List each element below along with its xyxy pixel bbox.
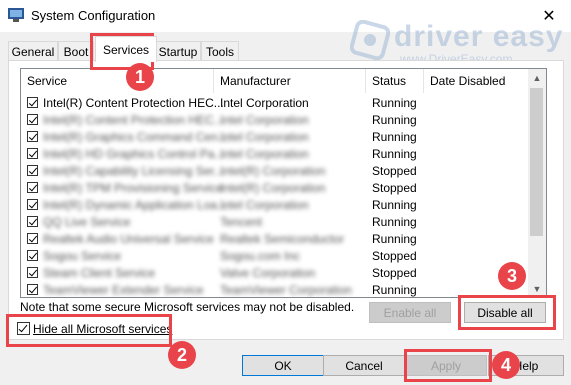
- service-status: Running: [372, 113, 417, 127]
- driver-easy-logo-icon: [350, 20, 390, 60]
- step-badge-4: 4: [492, 351, 520, 379]
- table-row[interactable]: Steam Client Service Valve Corporation S…: [21, 265, 529, 282]
- hide-microsoft-services-label[interactable]: Hide all Microsoft services: [33, 322, 172, 336]
- service-manufacturer: Realtek Semiconductor: [220, 232, 345, 246]
- column-header-manufacturer[interactable]: Manufacturer: [214, 69, 366, 93]
- service-status: Running: [372, 198, 417, 212]
- cancel-button[interactable]: Cancel: [323, 355, 405, 376]
- service-checkbox[interactable]: [27, 284, 38, 295]
- service-checkbox[interactable]: [27, 165, 38, 176]
- tab-boot[interactable]: Boot: [58, 41, 94, 61]
- service-checkbox[interactable]: [27, 97, 38, 108]
- service-checkbox[interactable]: [27, 267, 38, 278]
- table-row[interactable]: Intel(R) Content Protection HEC... Intel…: [21, 112, 529, 129]
- service-name: Intel(R) Capability Licensing Ser...: [43, 164, 224, 178]
- service-checkbox[interactable]: [27, 216, 38, 227]
- service-name: Intel(R) Graphics Command Cen...: [43, 130, 228, 144]
- service-name: Intel(R) TPM Provisioning Service: [43, 181, 223, 195]
- service-checkbox[interactable]: [27, 199, 38, 210]
- service-manufacturer: TeamViewer Corporation: [220, 283, 352, 297]
- services-list[interactable]: Service Manufacturer Status Date Disable…: [20, 68, 547, 298]
- service-status: Stopped: [372, 181, 417, 195]
- table-row[interactable]: TeamViewer Extender Service TeamViewer C…: [21, 282, 529, 297]
- service-name: Intel(R) Dynamic Application Loa...: [43, 198, 228, 212]
- service-status: Stopped: [372, 249, 417, 263]
- tab-startup[interactable]: Startup: [155, 41, 201, 61]
- service-checkbox[interactable]: [27, 114, 38, 125]
- table-row[interactable]: QQ Live Service Tencent Running: [21, 214, 529, 231]
- service-status: Running: [372, 232, 417, 246]
- apply-button[interactable]: Apply: [405, 355, 487, 376]
- service-status: Running: [372, 96, 417, 110]
- table-row[interactable]: Intel(R) Capability Licensing Ser... Int…: [21, 163, 529, 180]
- service-status: Running: [372, 215, 417, 229]
- column-header-service[interactable]: Service: [21, 69, 214, 93]
- service-name: Intel(R) Content Protection HEC...: [43, 96, 224, 110]
- service-status: Stopped: [372, 266, 417, 280]
- service-manufacturer: Intel(R) Corporation: [220, 181, 326, 195]
- service-name: QQ Live Service: [43, 215, 131, 229]
- service-status: Stopped: [372, 164, 417, 178]
- service-name: Steam Client Service: [43, 266, 156, 280]
- service-checkbox[interactable]: [27, 233, 38, 244]
- service-manufacturer: Sogou.com Inc: [220, 249, 301, 263]
- system-configuration-window: System Configuration ✕ driver easy www.D…: [0, 0, 571, 385]
- service-checkbox[interactable]: [27, 131, 38, 142]
- service-manufacturer: Intel Corporation: [220, 147, 309, 161]
- tab-services[interactable]: Services: [95, 36, 157, 62]
- tab-general[interactable]: General: [8, 41, 58, 61]
- service-manufacturer: Intel Corporation: [220, 96, 309, 110]
- service-manufacturer: Intel(R) Corporation: [220, 164, 326, 178]
- hide-microsoft-services-checkbox[interactable]: [17, 322, 30, 335]
- service-checkbox[interactable]: [27, 182, 38, 193]
- msconfig-app-icon: [8, 8, 24, 22]
- service-manufacturer: Tencent: [220, 215, 263, 229]
- service-name: Sogou Service: [43, 249, 122, 263]
- service-manufacturer: Intel Corporation: [220, 113, 309, 127]
- window-title: System Configuration: [31, 8, 156, 23]
- table-row[interactable]: Realtek Audio Universal Service Realtek …: [21, 231, 529, 248]
- table-row[interactable]: Sogou Service Sogou.com Inc Stopped: [21, 248, 529, 265]
- secure-services-note: Note that some secure Microsoft services…: [20, 300, 355, 314]
- column-header-status[interactable]: Status: [366, 69, 424, 93]
- table-row[interactable]: Intel(R) Content Protection HEC... Intel…: [21, 95, 529, 112]
- services-list-scrollbar[interactable]: ▲ ▼: [528, 69, 546, 297]
- step-badge-3: 3: [498, 262, 526, 290]
- step-badge-1: 1: [126, 63, 154, 91]
- tab-tools[interactable]: Tools: [201, 41, 239, 61]
- watermark-brand: driver easy: [394, 20, 564, 53]
- service-status: Running: [372, 147, 417, 161]
- ok-button[interactable]: OK: [242, 355, 324, 376]
- table-row[interactable]: Intel(R) TPM Provisioning Service Intel(…: [21, 180, 529, 197]
- service-name: TeamViewer Extender Service: [43, 283, 204, 297]
- step-badge-2: 2: [168, 341, 196, 369]
- scrollbar-thumb[interactable]: [530, 88, 543, 236]
- service-name: Intel(R) Content Protection HEC...: [43, 113, 224, 127]
- service-checkbox[interactable]: [27, 250, 38, 261]
- service-name: Intel(R) HD Graphics Control Pa...: [43, 147, 225, 161]
- table-row[interactable]: Intel(R) HD Graphics Control Pa... Intel…: [21, 146, 529, 163]
- table-row[interactable]: Intel(R) Graphics Command Cen... Intel C…: [21, 129, 529, 146]
- column-header-date-disabled[interactable]: Date Disabled: [424, 69, 529, 93]
- scroll-up-arrow-icon[interactable]: ▲: [528, 69, 546, 86]
- disable-all-button[interactable]: Disable all: [464, 302, 546, 323]
- service-status: Running: [372, 283, 417, 297]
- service-manufacturer: Valve Corporation: [220, 266, 316, 280]
- enable-all-button[interactable]: Enable all: [369, 302, 451, 323]
- service-name: Realtek Audio Universal Service: [43, 232, 214, 246]
- service-manufacturer: Intel Corporation: [220, 130, 309, 144]
- service-manufacturer: Intel Corporation: [220, 198, 309, 212]
- service-checkbox[interactable]: [27, 148, 38, 159]
- service-status: Running: [372, 130, 417, 144]
- scroll-down-arrow-icon[interactable]: ▼: [528, 280, 546, 297]
- table-row[interactable]: Intel(R) Dynamic Application Loa... Inte…: [21, 197, 529, 214]
